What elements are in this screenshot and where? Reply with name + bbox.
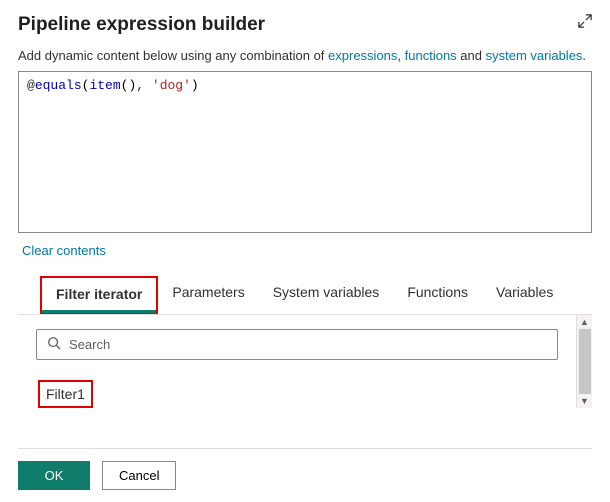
scrollbar[interactable]: ▲ ▼ [576, 315, 592, 408]
scroll-down-icon[interactable]: ▼ [580, 394, 589, 408]
subtitle: Add dynamic content below using any comb… [18, 48, 592, 63]
scroll-up-icon[interactable]: ▲ [580, 315, 589, 329]
tab-parameters[interactable]: Parameters [158, 276, 258, 314]
ok-button[interactable]: OK [18, 461, 90, 490]
link-system-variables[interactable]: system variables [486, 48, 583, 63]
subtitle-text: Add dynamic content below using any comb… [18, 48, 328, 63]
link-expressions[interactable]: expressions [328, 48, 397, 63]
search-icon [47, 336, 61, 353]
clear-contents-link[interactable]: Clear contents [22, 243, 106, 258]
page-title: Pipeline expression builder [18, 14, 265, 36]
cancel-button[interactable]: Cancel [102, 461, 176, 490]
search-input[interactable] [69, 337, 547, 352]
search-input-wrap[interactable] [36, 329, 558, 360]
scroll-thumb[interactable] [579, 329, 591, 394]
link-functions[interactable]: functions [405, 48, 457, 63]
expand-icon[interactable] [578, 14, 592, 31]
tab-filter-iterator[interactable]: Filter iterator [40, 276, 158, 314]
tab-variables[interactable]: Variables [482, 276, 567, 314]
tab-system-variables[interactable]: System variables [259, 276, 394, 314]
footer: OK Cancel [18, 448, 592, 490]
tab-functions[interactable]: Functions [393, 276, 482, 314]
tab-bar: Filter iterator Parameters System variab… [18, 276, 592, 315]
list-item[interactable]: Filter1 [38, 380, 93, 408]
expression-editor[interactable]: @equals(item(), 'dog') [18, 71, 592, 233]
